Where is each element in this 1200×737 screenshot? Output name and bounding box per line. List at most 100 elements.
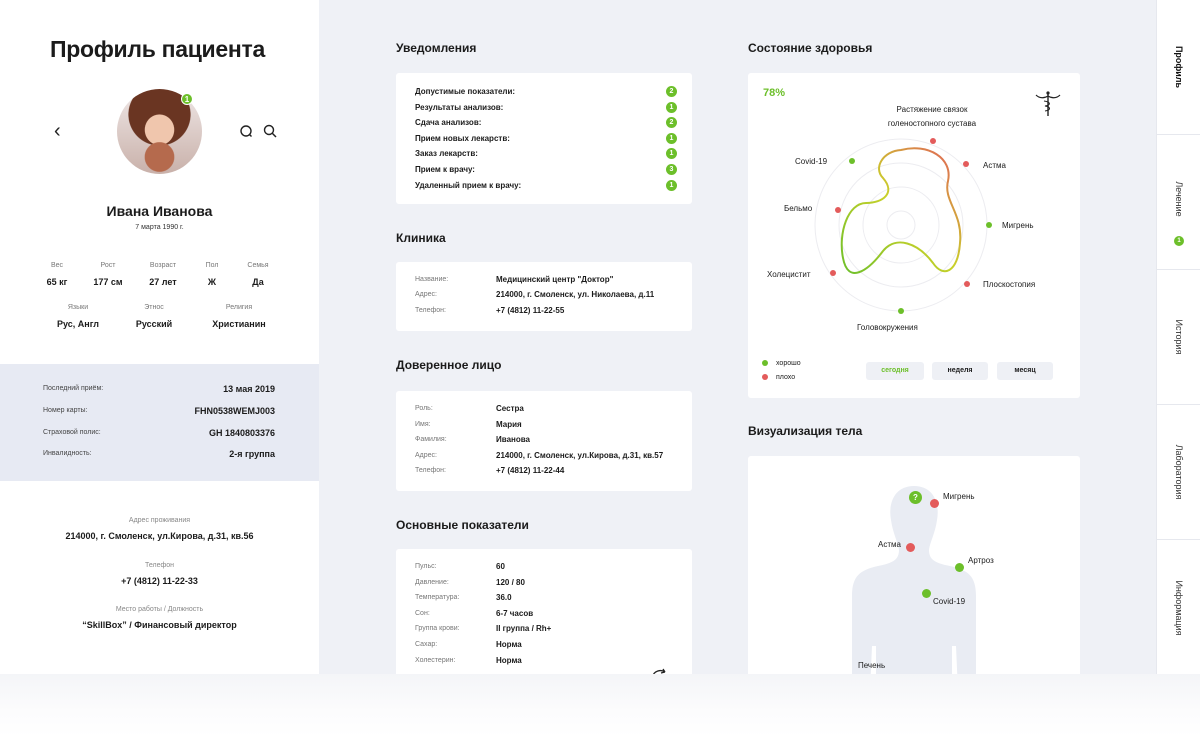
count-badge: 1: [666, 133, 677, 144]
stat-languages: Языки Рус, Англ: [48, 304, 108, 329]
back-arrow-icon[interactable]: ‹: [54, 121, 61, 141]
notification-item[interactable]: Допустимые показатели: 2: [415, 86, 677, 97]
period-week-button[interactable]: неделя: [932, 362, 988, 380]
notification-item[interactable]: Результаты анализов: 1: [415, 102, 677, 113]
health-card: 78% Растяжение связок голеностопного сус…: [748, 73, 1080, 398]
row-value: 60: [496, 562, 505, 571]
vitals-row: Сон: 6-7 часов: [415, 609, 682, 618]
avatar-notification-badge: 1: [181, 93, 193, 105]
notification-label: Заказ лекарств:: [415, 149, 478, 158]
nav-profile[interactable]: Профиль: [1157, 0, 1200, 135]
notification-item[interactable]: Прием новых лекарств: 1: [415, 133, 677, 144]
nav-laboratory[interactable]: Лаборатория: [1157, 405, 1200, 540]
trustee-row: Адрес: 214000, г. Смоленск, ул.Кирова, д.…: [415, 451, 682, 460]
row-value: Норма: [496, 640, 522, 649]
info-row: Инвалидность: 2-я группа: [43, 449, 275, 459]
body-label-liver: Печень: [858, 661, 886, 670]
trustee-title: Доверенное лицо: [396, 358, 502, 372]
profile-panel: Профиль пациента ‹ 1 Ивана Иванова 7 мар…: [0, 0, 319, 737]
label-asthma: Астма: [983, 161, 1006, 170]
label-covid: Covid-19: [795, 157, 828, 166]
body-title: Визуализация тела: [748, 424, 863, 438]
notification-item[interactable]: Сдача анализов: 2: [415, 117, 677, 128]
notifications-title: Уведомления: [396, 41, 477, 55]
contact-phone: Телефон +7 (4812) 11-22-33: [0, 562, 319, 586]
stat-religion: Религия Христианин: [204, 304, 274, 329]
period-month-button[interactable]: месяц: [997, 362, 1053, 380]
clinic-row: Телефон: +7 (4812) 11-22-55: [415, 306, 682, 315]
count-badge: 1: [666, 148, 677, 159]
trustee-row: Имя: Мария: [415, 420, 682, 429]
stat-value: Русский: [135, 319, 173, 329]
contact-work: Место работы / Должность “SkillBox” / Фин…: [0, 606, 319, 630]
point-sprain: [930, 138, 936, 144]
row-label: Сахар:: [415, 641, 438, 648]
legend-good-label: хорошо: [776, 360, 801, 367]
notification-item[interactable]: Удаленный прием к врачу: 1: [415, 180, 677, 191]
row-value: 120 / 80: [496, 578, 525, 587]
notification-item[interactable]: Прием к врачу: 3: [415, 164, 677, 175]
trustee-row: Роль: Сестра: [415, 404, 682, 413]
nav-treatment[interactable]: Лечение 1: [1157, 135, 1200, 270]
row-value: 36.0: [496, 593, 512, 602]
point-covid: [849, 158, 855, 164]
nav-information-label: Информация: [1174, 579, 1184, 636]
period-today-button[interactable]: сегодня: [866, 362, 924, 380]
search-icon[interactable]: [263, 124, 277, 138]
notification-label: Прием к врачу:: [415, 165, 475, 174]
content-area: Уведомления Допустимые показатели: 2 Резу…: [319, 0, 1156, 737]
vitals-row: Сахар: Норма: [415, 640, 682, 649]
stat-value: Рус, Англ: [57, 319, 99, 329]
marker-asthma[interactable]: [906, 543, 915, 552]
vitals-row: Пульс: 60: [415, 562, 682, 571]
question-marker[interactable]: ?: [909, 491, 922, 504]
label-migraine: Мигрень: [1002, 221, 1034, 230]
chat-icon[interactable]: [239, 124, 253, 138]
nav-information[interactable]: Информация: [1157, 540, 1200, 675]
point-flatfoot: [964, 281, 970, 287]
nav-laboratory-label: Лаборатория: [1174, 444, 1184, 500]
row-value: Медицинский центр "Доктор": [496, 275, 614, 284]
point-dizziness: [898, 308, 904, 314]
patient-info-box: Последний приём: 13 мая 2019 Номер карты:…: [0, 364, 319, 481]
info-row: Номер карты: FHN0538WEMJ003: [43, 406, 275, 416]
count-badge: 1: [666, 102, 677, 113]
contact-value: “SkillBox” / Финансовый директор: [82, 620, 237, 630]
count-badge: 2: [666, 86, 677, 97]
contact-label: Адрес проживания: [128, 517, 191, 524]
legend-bad: плохо: [762, 374, 795, 381]
notification-label: Сдача анализов:: [415, 118, 482, 127]
notification-item[interactable]: Заказ лекарств: 1: [415, 148, 677, 159]
notification-label: Допустимые показатели:: [415, 87, 516, 96]
marker-migraine[interactable]: [930, 499, 939, 508]
stat-value: Христианин: [212, 319, 266, 329]
trustee-row: Фамилия: Иванова: [415, 435, 682, 444]
info-value: FHN0538WEMJ003: [194, 406, 275, 416]
marker-arthrosis[interactable]: [955, 563, 964, 572]
radar-ring-outer: [814, 138, 988, 312]
row-value: +7 (4812) 11-22-44: [496, 466, 565, 475]
row-label: Холестерин:: [415, 657, 456, 664]
notification-label: Удаленный прием к врачу:: [415, 181, 522, 190]
marker-covid[interactable]: [922, 589, 931, 598]
info-row: Последний приём: 13 мая 2019: [43, 384, 275, 394]
label-cataract: Бельмо: [784, 204, 813, 213]
stat-family: Семья Да: [228, 262, 288, 287]
row-label: Роль:: [415, 405, 433, 412]
row-label: Температура:: [415, 594, 460, 601]
trustee-card: Роль: Сестра Имя: Мария Фамилия: Иванова Ад…: [396, 391, 692, 491]
notification-label: Результаты анализов:: [415, 103, 504, 112]
nav-history[interactable]: История: [1157, 270, 1200, 405]
stat-label: Языки: [67, 304, 89, 311]
count-badge: 1: [666, 180, 677, 191]
row-value: Сестра: [496, 404, 524, 413]
notification-label: Прием новых лекарств:: [415, 134, 510, 143]
body-label-migraine: Мигрень: [943, 492, 975, 501]
bottom-fade: [0, 674, 1200, 737]
point-cataract: [835, 207, 841, 213]
row-label: Адрес:: [415, 452, 437, 459]
label-sprain-line1: Растяжение связок: [896, 105, 968, 114]
nav-profile-label: Профиль: [1174, 45, 1184, 89]
label-sprain: Растяжение связок голеностопного сустава: [869, 105, 995, 128]
radar-ring-mid: [838, 162, 964, 288]
